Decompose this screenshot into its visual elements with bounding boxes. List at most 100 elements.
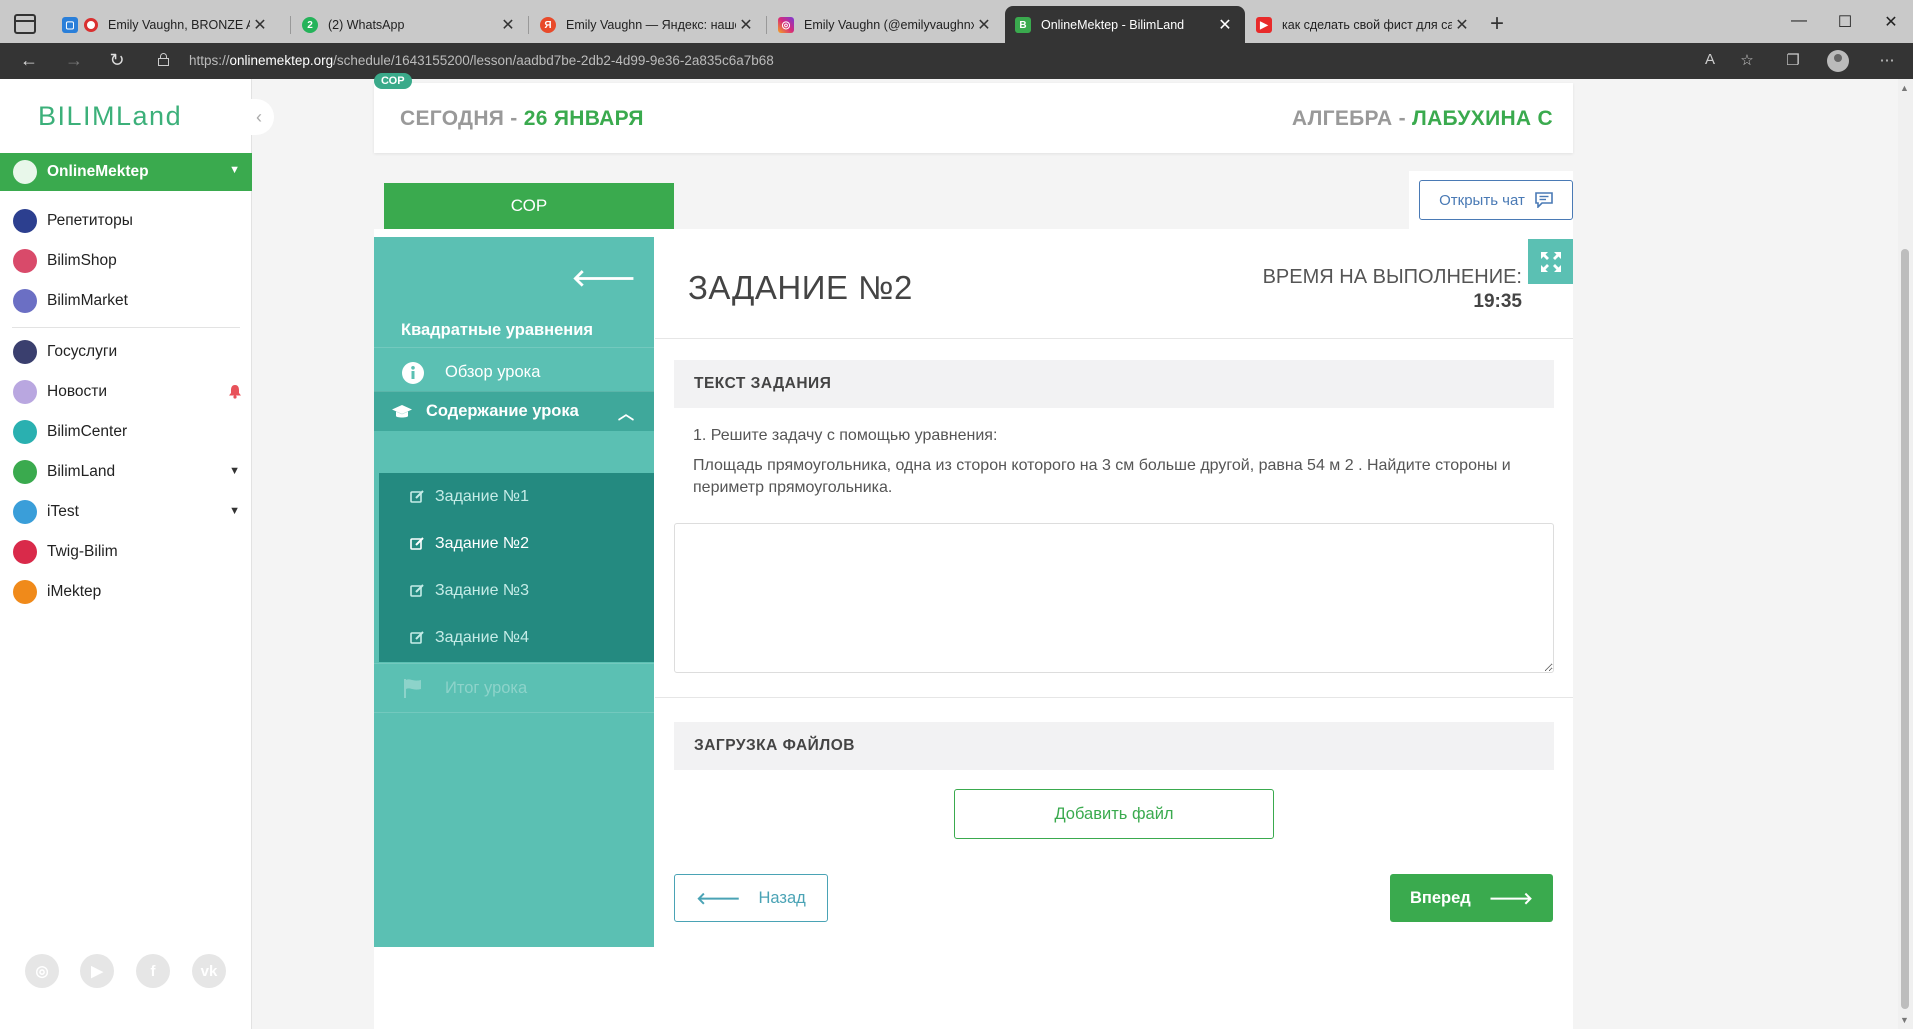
translate-icon[interactable]: A xyxy=(1699,51,1721,68)
open-chat-label: Открыть чат xyxy=(1439,191,1525,209)
expand-icon xyxy=(1540,251,1561,272)
facebook-icon[interactable]: f xyxy=(136,954,170,988)
sidebar-item-label: Репетиторы xyxy=(47,212,133,229)
minimize-icon[interactable]: — xyxy=(1784,12,1814,30)
task-list: Задание №1 Задание №2 Задание №3 Задание… xyxy=(379,473,654,662)
sidebar-item-label: Новости xyxy=(47,383,108,400)
sidebar-collapse-button[interactable]: ‹ xyxy=(244,99,274,135)
forward-button[interactable]: Вперед 🡒 xyxy=(1390,874,1553,922)
bilimmarket-icon xyxy=(13,289,37,313)
onlinemektep-icon xyxy=(13,160,37,184)
add-file-button[interactable]: Добавить файл xyxy=(954,789,1274,839)
notification-bell-icon[interactable] xyxy=(228,384,242,399)
lesson-overview-item[interactable]: Обзор урока xyxy=(374,347,654,397)
sidebar: BILIMLand OnlineMektep ▼ Репетиторы Bili… xyxy=(0,79,252,1029)
chevron-up-icon: ︿ xyxy=(617,405,634,423)
browser-toolbar: ← → ↻ https://onlinemektep.org/schedule/… xyxy=(0,43,1913,79)
news-icon xyxy=(13,380,37,404)
edit-icon xyxy=(410,631,424,644)
chevron-down-icon: ▼ xyxy=(229,164,240,176)
sidebar-item-news[interactable]: Новости xyxy=(0,374,252,410)
sidebar-item-itest[interactable]: iTest ▼ xyxy=(0,494,252,530)
scroll-up-icon[interactable]: ▲ xyxy=(1900,83,1909,93)
browser-tab[interactable]: ◎ Emily Vaughn (@emilyvaughnx) ✕ xyxy=(768,6,1004,44)
page-scrollbar[interactable]: ▲ ▼ xyxy=(1898,79,1913,1029)
bilimcenter-icon xyxy=(13,420,37,444)
close-tab-icon[interactable]: ✕ xyxy=(736,15,756,35)
sidebar-item-bilimcenter[interactable]: BilimCenter xyxy=(0,414,252,450)
arrow-right-icon: 🡒 xyxy=(1488,889,1534,908)
sidebar-item-label: BilimShop xyxy=(47,252,117,269)
task-line-1: 1. Решите задачу с помощью уравнения: xyxy=(693,427,998,444)
divider xyxy=(655,338,1573,339)
divider xyxy=(655,697,1573,698)
bilimland-logo[interactable]: BILIMLand xyxy=(38,101,182,132)
vk-icon[interactable]: vk xyxy=(192,954,226,988)
browser-tab[interactable]: ▶ как сделать свой фист для сам ✕ xyxy=(1246,6,1482,44)
sidebar-divider xyxy=(12,327,240,328)
subject-teacher: АЛГЕБРА - ЛАБУХИНА С xyxy=(1291,107,1553,130)
close-tab-icon[interactable]: ✕ xyxy=(498,15,518,35)
close-window-icon[interactable]: ✕ xyxy=(1876,12,1906,32)
sidebar-item-onlinemektep[interactable]: OnlineMektep ▼ xyxy=(0,153,252,191)
sidebar-item-bilimmarket[interactable]: BilimMarket xyxy=(0,283,252,319)
browser-tab-bar: ▢ Emily Vaughn, BRONZE AVE ✕ 2 (2) Whats… xyxy=(0,0,1913,48)
tab-title: как сделать свой фист для сам xyxy=(1282,18,1452,32)
yandex-icon: Я xyxy=(540,17,556,33)
sidebar-item-bilimshop[interactable]: BilimShop xyxy=(0,243,252,279)
lesson-content-item[interactable]: Содержание урока ︿ xyxy=(374,391,654,431)
forward-icon[interactable]: → xyxy=(61,50,87,71)
new-tab-button[interactable]: + xyxy=(1490,10,1504,38)
edit-icon xyxy=(410,490,424,503)
sidebar-item-tutors[interactable]: Репетиторы xyxy=(0,203,252,239)
edit-icon xyxy=(410,584,424,597)
chat-favicon-icon: ▢ xyxy=(62,17,78,33)
task-line-2: Площадь прямоугольника, одна из сторон к… xyxy=(693,457,1511,496)
instagram-icon[interactable]: ◎ xyxy=(25,954,59,988)
lock-icon[interactable] xyxy=(158,53,169,66)
profile-avatar[interactable] xyxy=(1827,50,1849,72)
youtube-icon[interactable]: ▶ xyxy=(80,954,114,988)
back-button[interactable]: 🡐 Назад xyxy=(674,874,828,922)
imektep-icon xyxy=(13,580,37,604)
close-tab-icon[interactable]: ✕ xyxy=(974,15,994,35)
scroll-thumb[interactable] xyxy=(1901,249,1909,1009)
back-icon[interactable]: ← xyxy=(16,50,42,71)
fullscreen-button[interactable] xyxy=(1528,239,1573,284)
lesson-summary-label: Итог урока xyxy=(445,678,528,697)
browser-tab[interactable]: ▢ Emily Vaughn, BRONZE AVE ✕ xyxy=(52,6,280,44)
task-item-2[interactable]: Задание №2 xyxy=(379,520,654,567)
tab-separator xyxy=(290,16,291,34)
back-button-label: Назад xyxy=(758,888,806,907)
close-tab-icon[interactable]: ✕ xyxy=(1215,15,1235,35)
task-item-3[interactable]: Задание №3 xyxy=(379,567,654,614)
favorite-star-icon[interactable]: ☆ xyxy=(1736,51,1758,69)
browser-tab[interactable]: Я Emily Vaughn — Яндекс: нашёл ✕ xyxy=(530,6,766,44)
collections-icon[interactable]: ❐ xyxy=(1782,51,1804,69)
open-chat-button[interactable]: Открыть чат xyxy=(1419,180,1573,220)
tab-actions-icon[interactable] xyxy=(14,14,36,34)
sidebar-item-gosuslugi[interactable]: Госуслуги xyxy=(0,334,252,370)
sidebar-item-imektep[interactable]: iMektep xyxy=(0,574,252,610)
reload-icon[interactable]: ↻ xyxy=(104,50,130,71)
arrow-left-icon[interactable]: 🡐 xyxy=(572,263,636,293)
more-menu-icon[interactable]: ⋯ xyxy=(1876,51,1898,69)
close-tab-icon[interactable]: ✕ xyxy=(250,15,270,35)
tab-sor[interactable]: СОР xyxy=(384,183,674,229)
task-item-1[interactable]: Задание №1 xyxy=(379,473,654,520)
sidebar-item-twig-bilim[interactable]: Twig-Bilim xyxy=(0,534,252,570)
browser-tab-active[interactable]: B OnlineMektep - BilimLand ✕ xyxy=(1005,6,1245,44)
close-tab-icon[interactable]: ✕ xyxy=(1452,15,1472,35)
sidebar-item-label: BilimMarket xyxy=(47,292,128,309)
upload-heading: ЗАГРУЗКА ФАЙЛОВ xyxy=(674,722,1554,770)
lesson-topic: Квадратные уравнения xyxy=(401,321,594,339)
answer-textarea[interactable] xyxy=(674,523,1554,673)
maximize-icon[interactable]: ☐ xyxy=(1830,12,1860,32)
sidebar-item-bilimland[interactable]: BilimLand ▼ xyxy=(0,454,252,490)
chevron-down-icon: ▼ xyxy=(229,505,240,517)
browser-tab[interactable]: 2 (2) WhatsApp ✕ xyxy=(292,6,528,44)
lesson-summary-item[interactable]: Итог урока xyxy=(374,663,654,713)
task-item-4[interactable]: Задание №4 xyxy=(379,614,654,661)
address-bar[interactable]: https://onlinemektep.org/schedule/164315… xyxy=(189,53,774,68)
scroll-down-icon[interactable]: ▼ xyxy=(1900,1015,1909,1025)
